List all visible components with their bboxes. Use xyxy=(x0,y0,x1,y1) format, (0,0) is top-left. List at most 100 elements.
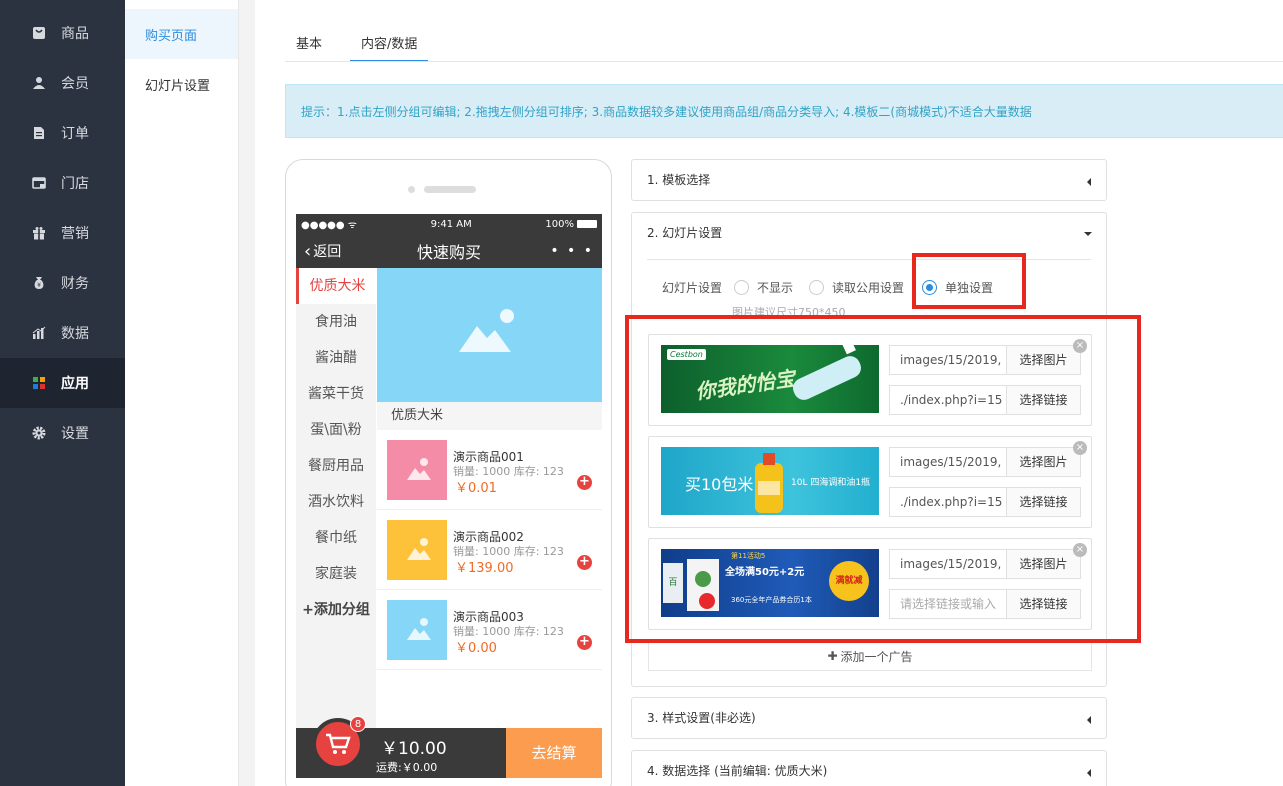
radio-custom[interactable]: 单独设置 xyxy=(922,279,993,296)
panel-style-settings: 3. 样式设置(非必选) xyxy=(631,697,1107,739)
product-content: 优质大米 演示商品001 销量: 1000 库存: 123 ￥0.01 + 演示… xyxy=(377,268,602,728)
choose-link-button[interactable]: 选择链接 xyxy=(1006,386,1080,414)
image-placeholder-icon xyxy=(407,538,431,560)
main-panel: 基本 内容/数据 提示：1.点击左侧分组可编辑; 2.拖拽左侧分组可排序; 3.… xyxy=(255,0,1283,786)
product-thumbnail xyxy=(387,520,447,580)
nav-item-members[interactable]: 会员 xyxy=(0,58,125,108)
link-input[interactable]: ./index.php?i=15 xyxy=(890,386,1006,414)
nav-item-data[interactable]: 数据 xyxy=(0,308,125,358)
nav-label: 订单 xyxy=(61,126,89,142)
choose-image-button[interactable]: 选择图片 xyxy=(1006,346,1080,374)
choose-link-button[interactable]: 选择链接 xyxy=(1006,488,1080,516)
battery-indicator: 100% xyxy=(545,219,597,230)
slideshow-mode-group: 幻灯片设置 不显示 读取公用设置 单独设置 xyxy=(662,279,993,296)
nav-item-stores[interactable]: 门店 xyxy=(0,158,125,208)
panel-header[interactable]: 3. 样式设置(非必选) xyxy=(632,698,1106,738)
radio-circle xyxy=(734,280,750,295)
choose-image-button[interactable]: 选择图片 xyxy=(1006,550,1080,578)
product-item[interactable]: 演示商品003 销量: 1000 库存: 123 ￥0.00 + xyxy=(377,590,602,670)
cart-total: ￥10.00 xyxy=(381,739,447,759)
cart-icon xyxy=(326,733,351,754)
image-path-input[interactable]: images/15/2019, xyxy=(890,346,1006,374)
oil-bottle-image xyxy=(755,453,783,513)
category-item[interactable]: 家庭装 xyxy=(296,556,376,592)
panel-header[interactable]: 1. 模板选择 xyxy=(632,160,1106,200)
back-label: 返回 xyxy=(313,244,342,260)
panel-header[interactable]: 4. 数据选择 (当前编辑: 优质大米) xyxy=(632,751,1106,786)
phone-body: 优质大米 食用油 酱油醋 酱菜干货 蛋\面\粉 餐厨用品 酒水饮料 餐巾纸 家庭… xyxy=(296,268,602,786)
main-nav: 商品 会员 订单 门店 营销 ¥ 财务 数据 应用 设置 xyxy=(0,0,125,786)
add-category-button[interactable]: +添加分组 xyxy=(296,592,376,628)
category-item[interactable]: 酒水饮料 xyxy=(296,484,376,520)
link-input[interactable]: ./index.php?i=15 xyxy=(890,488,1006,516)
product-thumbnail xyxy=(387,600,447,660)
cart-count-badge: 8 xyxy=(350,716,366,732)
radio-hide[interactable]: 不显示 xyxy=(734,279,793,296)
image-path-input[interactable]: images/15/2019, xyxy=(890,550,1006,578)
image-path-field: images/15/2019, 选择图片 xyxy=(889,549,1081,579)
nav-item-settings[interactable]: 设置 xyxy=(0,408,125,458)
remove-slide-icon[interactable]: × xyxy=(1073,339,1087,353)
nav-item-goods[interactable]: 商品 xyxy=(0,8,125,58)
nav-item-marketing[interactable]: 营销 xyxy=(0,208,125,258)
gear-icon xyxy=(32,426,46,440)
bag-icon xyxy=(32,26,46,40)
banner-line2: 360元全年产品券合历1本 xyxy=(731,596,812,604)
nav-item-orders[interactable]: 订单 xyxy=(0,108,125,158)
category-item[interactable]: 酱菜干货 xyxy=(296,376,376,412)
panel-header[interactable]: 2. 幻灯片设置 xyxy=(632,213,1106,253)
store-icon xyxy=(32,176,46,190)
status-time: 9:41 AM xyxy=(430,218,472,230)
image-path-field: images/15/2019, 选择图片 xyxy=(889,447,1081,477)
product-item[interactable]: 演示商品002 销量: 1000 库存: 123 ￥139.00 + xyxy=(377,510,602,590)
image-path-input[interactable]: images/15/2019, xyxy=(890,448,1006,476)
chevron-left-icon: ‹ xyxy=(304,240,312,262)
remove-slide-icon[interactable]: × xyxy=(1073,441,1087,455)
checkout-button[interactable]: 去结算 xyxy=(506,728,602,778)
subnav-item-slideshow[interactable]: 幻灯片设置 xyxy=(125,59,238,109)
radio-label: 读取公用设置 xyxy=(832,281,905,295)
subnav-label: 幻灯片设置 xyxy=(145,78,211,94)
image-placeholder-icon xyxy=(407,618,431,640)
nav-label: 门店 xyxy=(61,176,89,192)
slide-item: Cestbon 你我的怡宝 images/15/2019, 选择图片 ./inde… xyxy=(648,334,1092,426)
caret-left-icon xyxy=(1087,178,1091,186)
product-thumbnail xyxy=(387,440,447,500)
nav-label: 应用 xyxy=(61,376,89,392)
more-menu-icon[interactable]: • • • xyxy=(550,243,594,259)
slide-image: 百 第11活动5 全场满50元+2元 360元全年产品券合历1本 满就减 xyxy=(661,549,879,617)
category-item[interactable]: 餐巾纸 xyxy=(296,520,376,556)
link-input[interactable]: 请选择链接或输入 xyxy=(890,590,1006,618)
choose-link-button[interactable]: 选择链接 xyxy=(1006,590,1080,618)
tab-content-data[interactable]: 内容/数据 xyxy=(350,28,429,62)
add-ad-button[interactable]: ✚ 添加一个广告 xyxy=(648,641,1092,671)
category-item[interactable]: 食用油 xyxy=(296,304,376,340)
tab-basic[interactable]: 基本 xyxy=(285,28,333,62)
banner-badge: 第11活动5 xyxy=(731,552,766,560)
category-item[interactable]: 蛋\面\粉 xyxy=(296,412,376,448)
add-to-cart-icon[interactable]: + xyxy=(577,475,592,490)
panel-title: 2. 幻灯片设置 xyxy=(647,226,723,240)
category-item[interactable]: 酱油醋 xyxy=(296,340,376,376)
back-button[interactable]: ‹ 返回 xyxy=(304,241,341,262)
phone-preview: ●●●●● ᯤ 9:41 AM 100% ‹ 返回 快速购买 • • • 优质大米… xyxy=(285,159,612,786)
link-field: ./index.php?i=15 选择链接 xyxy=(889,385,1081,415)
nav-item-apps[interactable]: 应用 xyxy=(0,358,125,408)
radio-public[interactable]: 读取公用设置 xyxy=(809,279,904,296)
money-bag-icon: ¥ xyxy=(32,276,46,290)
remove-slide-icon[interactable]: × xyxy=(1073,543,1087,557)
panel-template-select: 1. 模板选择 xyxy=(631,159,1107,201)
add-to-cart-icon[interactable]: + xyxy=(577,635,592,650)
slide-image: 买10包米 10L 四海调和油1瓶 xyxy=(661,447,879,515)
category-item[interactable]: 餐厨用品 xyxy=(296,448,376,484)
add-to-cart-icon[interactable]: + xyxy=(577,555,592,570)
nav-label: 会员 xyxy=(61,76,89,92)
product-item[interactable]: 演示商品001 销量: 1000 库存: 123 ￥0.01 + xyxy=(377,430,602,510)
nav-item-finance[interactable]: ¥ 财务 xyxy=(0,258,125,308)
banner-placeholder xyxy=(377,268,602,402)
sub-nav: 购买页面 幻灯片设置 xyxy=(125,0,239,786)
category-item[interactable]: 优质大米 xyxy=(296,268,376,304)
subnav-item-purchase-page[interactable]: 购买页面 xyxy=(125,9,238,59)
choose-image-button[interactable]: 选择图片 xyxy=(1006,448,1080,476)
nav-label: 财务 xyxy=(61,276,89,292)
